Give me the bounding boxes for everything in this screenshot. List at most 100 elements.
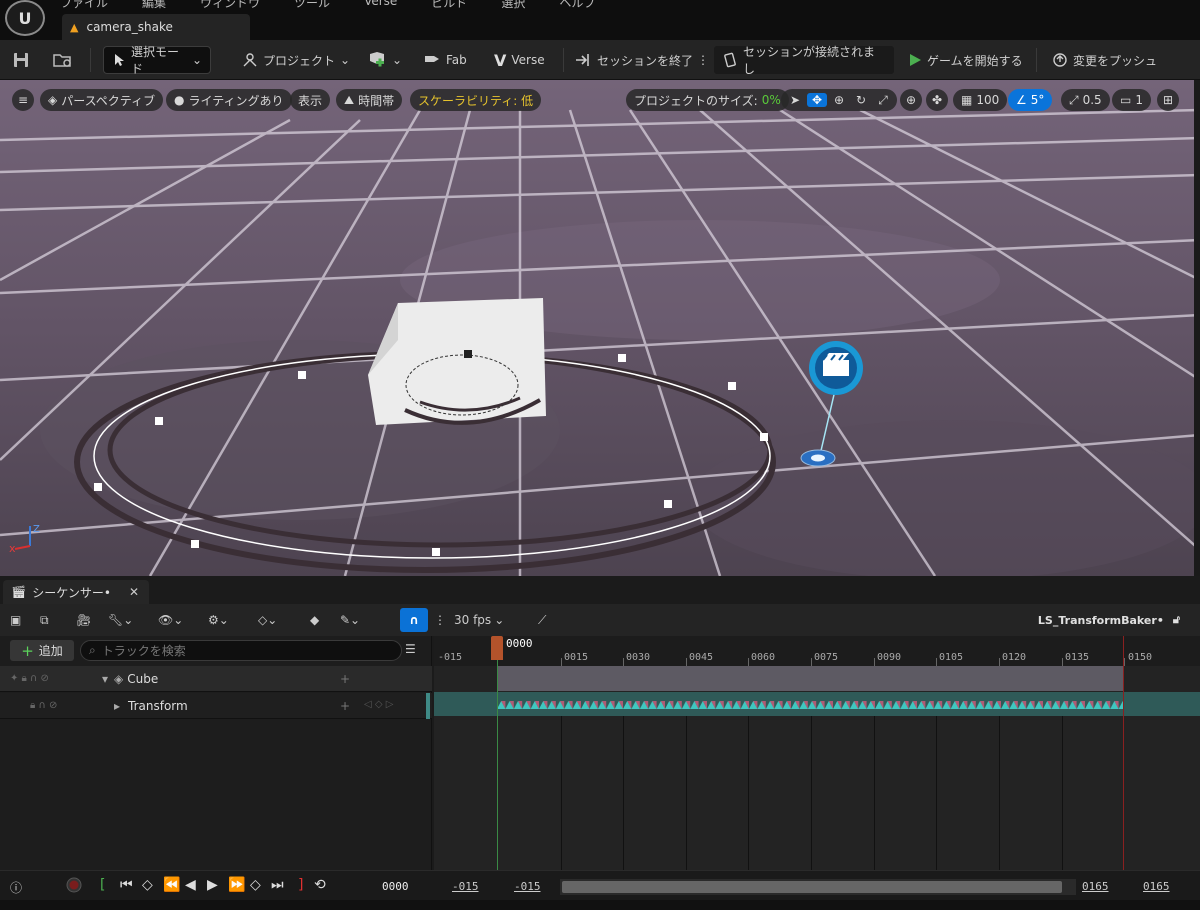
select-mode-dropdown[interactable]: 選択モード ⌄	[103, 45, 211, 76]
scalability-warning[interactable]: スケーラビリティ: 低	[410, 89, 542, 111]
surface-snap-icon[interactable]: ✤	[926, 89, 948, 111]
session-connected-button[interactable]: セッションが接続されまし	[714, 45, 894, 76]
close-icon[interactable]: ✕	[129, 585, 139, 599]
key-navigation-icons[interactable]: ◁ ◇ ▷	[364, 699, 393, 710]
track-toggles[interactable]: 🔒︎ ∩ ⊘	[30, 700, 74, 711]
previous-key-icon[interactable]: ◇	[142, 877, 153, 893]
lighting-dropdown[interactable]: ● ライティングあり	[166, 89, 292, 111]
working-end-field[interactable]: 0165	[1082, 880, 1109, 893]
menu-window[interactable]: ウィンドウ	[200, 0, 260, 10]
fab-button[interactable]: Fab	[423, 46, 467, 74]
menu-edit[interactable]: 編集	[142, 0, 166, 10]
menu-build[interactable]: ビルド	[431, 0, 467, 10]
more-options-icon[interactable]: ⋮	[434, 608, 446, 632]
grid-snap-toggle[interactable]: ▦ 100	[953, 89, 1008, 111]
jump-to-start-icon[interactable]: ⏮	[120, 877, 133, 893]
track-search-input[interactable]: ⌕ トラックを検索	[80, 640, 402, 661]
select-tool-icon[interactable]: ➤	[785, 93, 805, 107]
rotate-tool-icon[interactable]: ↻	[851, 93, 871, 107]
time-of-day-dropdown[interactable]: ⛰ 時間帯	[336, 89, 403, 111]
content-browser-button[interactable]	[52, 46, 74, 74]
chevron-down-icon[interactable]: ▾	[102, 672, 108, 686]
menu-select[interactable]: 選択	[501, 0, 525, 10]
record-button[interactable]	[66, 877, 82, 897]
camera-speed-dropdown[interactable]: ▭ 1	[1112, 89, 1151, 111]
menu-verse[interactable]: Verse	[364, 0, 397, 8]
perspective-dropdown[interactable]: ◈ パースペクティブ	[40, 89, 164, 111]
world-space-icon[interactable]: ⊕	[900, 89, 922, 111]
viewport-menu-icon[interactable]: ≡	[12, 89, 34, 111]
push-changes-button[interactable]: 変更をプッシュ	[1052, 46, 1157, 74]
curve-editor-icon[interactable]: ⟋	[538, 608, 546, 632]
track-row-cube[interactable]: ✦ 🔒︎ ∩ ⊘ ▾ ◈ Cube +	[0, 666, 432, 692]
menu-help[interactable]: ヘルプ	[559, 0, 595, 10]
level-viewport[interactable]: Z x ≡ ◈ パースペクティブ ● ライティングあり 表示 ⛰ 時間帯 スケー…	[0, 80, 1200, 576]
chevron-right-icon[interactable]: ▸	[114, 699, 120, 713]
playback-end-marker[interactable]	[1123, 636, 1124, 870]
view-start-field[interactable]: -015	[452, 880, 479, 893]
fps-dropdown[interactable]: 30 fps ⌄	[454, 608, 504, 632]
save-sequence-icon[interactable]: ▣	[10, 608, 21, 632]
keyframes[interactable]	[434, 692, 1200, 716]
current-frame-field[interactable]: 0000	[382, 880, 409, 893]
transform-keyframe-track[interactable]	[434, 692, 1200, 716]
add-subtrack-icon[interactable]: +	[340, 699, 350, 713]
start-game-button[interactable]: ゲームを開始する	[908, 46, 1023, 74]
browse-sequence-icon[interactable]: ⧉	[40, 608, 49, 632]
step-back-icon[interactable]: ⏪	[163, 877, 180, 893]
playhead-line[interactable]	[497, 636, 498, 870]
view-end-field[interactable]: 0165	[1143, 880, 1170, 893]
verse-button[interactable]: V Verse	[494, 46, 545, 74]
next-key-icon[interactable]: ◇	[250, 877, 261, 893]
loop-icon[interactable]: ⟲	[314, 877, 326, 893]
show-dropdown[interactable]: 表示	[290, 89, 331, 111]
cube-section-bar[interactable]	[497, 666, 1123, 691]
actions-dropdown-icon[interactable]: 🔧︎⌄	[108, 608, 133, 632]
move-tool-icon[interactable]: ✥	[807, 93, 827, 107]
edit-tool-icon[interactable]: ✎⌄	[340, 608, 360, 632]
project-size-indicator[interactable]: プロジェクトのサイズ: 0%	[626, 89, 789, 111]
step-forward-icon[interactable]: ⏩	[228, 877, 245, 893]
keyframe-options-icon[interactable]: ◇⌄	[258, 608, 277, 632]
add-subtrack-icon[interactable]: +	[340, 672, 350, 686]
document-tab[interactable]: ▲ camera_shake	[62, 14, 250, 40]
layout-icon[interactable]: ⊞	[1157, 89, 1179, 111]
scale-snap-toggle[interactable]: ⤢ 0.5	[1061, 89, 1110, 111]
playhead-handle[interactable]	[491, 636, 503, 660]
add-track-button[interactable]: + 追加	[10, 640, 74, 661]
end-session-button[interactable]: セッションを終了	[574, 46, 693, 74]
add-actor-dropdown[interactable]: ⌄	[367, 46, 402, 74]
render-movie-icon[interactable]: 🎥︎	[76, 608, 91, 632]
lock-icon[interactable]: 🔓︎	[1173, 613, 1180, 627]
view-options-icon[interactable]: 👁︎⌄	[158, 608, 183, 632]
rotation-snap-value: 5°	[1030, 93, 1045, 107]
set-end-icon[interactable]: ]	[298, 877, 303, 893]
timeline-scrollbar-thumb[interactable]	[562, 881, 1062, 893]
menu-file[interactable]: ファイル	[60, 0, 108, 10]
time-ruler[interactable]: -015 0015 0030 0045 0060 0075 0090 0105 …	[434, 636, 1200, 666]
more-options-icon[interactable]: ⋮	[697, 46, 709, 74]
jump-to-end-icon[interactable]: ⏭	[271, 877, 284, 893]
key-all-icon[interactable]: ◆	[310, 608, 319, 632]
info-icon[interactable]: ⓘ	[10, 879, 22, 896]
sequencer-tab[interactable]: 🎬︎ シーケンサー• ✕	[3, 580, 149, 604]
save-button[interactable]	[12, 46, 30, 74]
globe-tool-icon[interactable]: ⊕	[829, 93, 849, 107]
project-dropdown[interactable]: プロジェクト ⌄	[242, 46, 350, 74]
play-icon[interactable]: ▶	[207, 877, 218, 893]
play-reverse-icon[interactable]: ◀	[185, 877, 196, 893]
snap-magnet-icon[interactable]: ∩	[400, 608, 428, 632]
rotation-snap-toggle[interactable]: ∠ 5°	[1008, 89, 1053, 111]
working-start-field[interactable]: -015	[514, 880, 541, 893]
playback-options-icon[interactable]: ⚙︎⌄	[208, 608, 229, 632]
ruler-tick-label: 0120	[1002, 652, 1027, 663]
scale-tool-icon[interactable]: ⤢	[873, 93, 893, 108]
set-start-icon[interactable]: [	[100, 877, 105, 893]
menu-tools[interactable]: ツール	[294, 0, 330, 10]
spline-point-selected[interactable]	[464, 350, 472, 358]
filter-icon[interactable]: ☰	[405, 642, 416, 656]
ruler-tick-label: 0105	[939, 652, 964, 663]
unreal-logo-icon[interactable]: U	[5, 0, 45, 36]
track-toggles[interactable]: ✦ 🔒︎ ∩ ⊘	[10, 673, 66, 684]
timeline-area[interactable]: -015 0015 0030 0045 0060 0075 0090 0105 …	[434, 636, 1200, 870]
